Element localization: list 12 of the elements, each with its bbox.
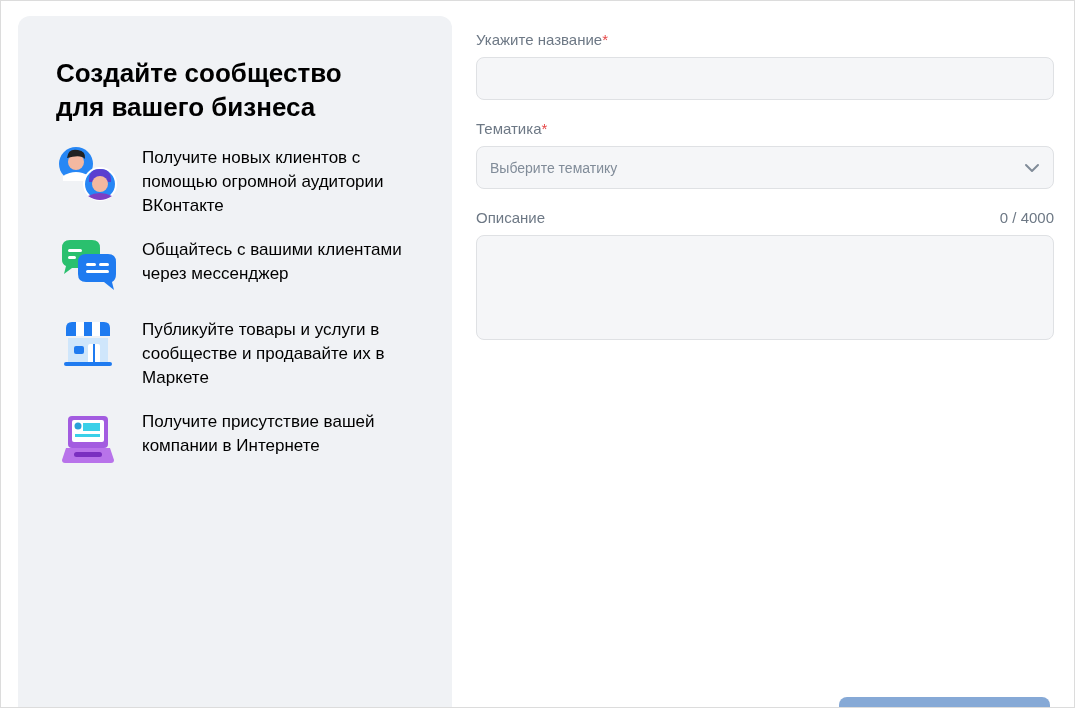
- topic-select-field[interactable]: Выберите тематику: [476, 146, 1054, 189]
- name-input-field[interactable]: [476, 57, 1054, 100]
- character-counter: 0 / 4000: [999, 209, 1054, 227]
- feature-text: Публикуйте товары и услуги в сообществе и продавайте их в Маркете: [142, 319, 386, 389]
- feature-text: Получите присутствие вашей компании в Интернете: [142, 411, 376, 457]
- field-label: Тематика*: [476, 120, 548, 138]
- description-textarea-field[interactable]: [476, 235, 1054, 340]
- promo-title: Создайте сообщество для вашего бизнеса: [56, 57, 343, 124]
- field-label: Укажите название*: [476, 31, 609, 49]
- field-label: Описание: [476, 209, 546, 227]
- feature-text: Общайтесь с вашими клиентами через мессенджер: [142, 239, 403, 285]
- feature-text: Получите новых клиентов с помощью огромной аудитории ВКонтакте: [142, 147, 385, 217]
